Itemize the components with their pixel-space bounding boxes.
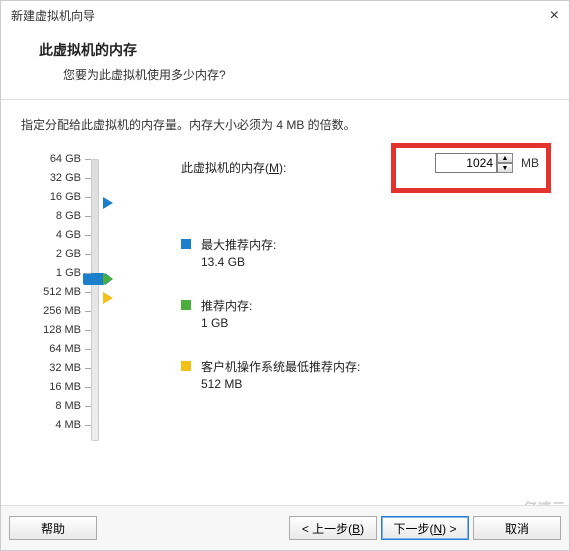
max-recommend-block: 最大推荐内存: 13.4 GB (181, 236, 549, 269)
guest-min-value: 512 MB (201, 377, 360, 391)
memory-step-down[interactable]: ▼ (497, 163, 513, 173)
memory-step-up[interactable]: ▲ (497, 153, 513, 163)
recommend-value: 1 GB (201, 316, 252, 330)
scale-tick: 128 MB (43, 324, 81, 336)
recommend-block: 推荐内存: 1 GB (181, 297, 549, 330)
footer: 帮助 < 上一步(B) 下一步(N) > 取消 (1, 505, 569, 550)
close-icon[interactable]: × (550, 8, 559, 24)
scale-tick: 512 MB (43, 286, 81, 298)
scale-tick: 1 GB (56, 267, 81, 279)
square-icon (181, 300, 191, 310)
scale-tick: 2 GB (56, 248, 81, 260)
scale-tick: 16 MB (49, 381, 81, 393)
header: 此虚拟机的内存 您要为此虚拟机使用多少内存? (1, 30, 569, 100)
cancel-button[interactable]: 取消 (473, 516, 561, 540)
memory-scale: 64 GB32 GB16 GB8 GB4 GB2 GB1 GB512 MB256… (21, 159, 81, 449)
memory-area: 64 GB32 GB16 GB8 GB4 GB2 GB1 GB512 MB256… (21, 159, 549, 449)
memory-input-wrap: ▲ ▼ MB (435, 153, 539, 173)
guest-min-label: 客户机操作系统最低推荐内存: (201, 358, 360, 375)
memory-stepper: ▲ ▼ (497, 153, 513, 173)
max-recommend-label: 最大推荐内存: (201, 236, 276, 253)
memory-input[interactable] (435, 153, 497, 173)
scale-tick: 4 MB (55, 419, 81, 431)
scale-tick: 64 MB (49, 343, 81, 355)
square-icon (181, 239, 191, 249)
max-recommend-value: 13.4 GB (201, 255, 276, 269)
guest-min-block: 客户机操作系统最低推荐内存: 512 MB (181, 358, 549, 391)
scale-tick: 32 GB (50, 172, 81, 184)
back-button[interactable]: < 上一步(B) (289, 516, 377, 540)
instruction-text: 指定分配给此虚拟机的内存量。内存大小必须为 4 MB 的倍数。 (21, 116, 549, 133)
body: 指定分配给此虚拟机的内存量。内存大小必须为 4 MB 的倍数。 64 GB 32 … (1, 100, 569, 449)
next-button[interactable]: 下一步(N) > (381, 516, 469, 540)
scale-tick: 16 GB (50, 191, 81, 203)
scale-tick: 4 GB (56, 229, 81, 241)
square-icon (181, 361, 191, 371)
page-title: 此虚拟机的内存 (39, 40, 541, 60)
wizard-window: { "titlebar": { "title": "新建虚拟机向导" }, "h… (0, 0, 570, 551)
titlebar: 新建虚拟机向导 × (1, 1, 569, 30)
scale-tick: 8 MB (55, 400, 81, 412)
scale-tick: 256 MB (43, 305, 81, 317)
scale-tick: 32 MB (49, 362, 81, 374)
page-subtitle: 您要为此虚拟机使用多少内存? (63, 66, 541, 83)
help-button[interactable]: 帮助 (9, 516, 97, 540)
window-title: 新建虚拟机向导 (11, 7, 95, 24)
memory-unit: MB (521, 156, 539, 170)
scale-tick: 64 GB (50, 153, 81, 165)
recommend-label: 推荐内存: (201, 297, 252, 314)
scale-tick: 8 GB (56, 210, 81, 222)
memory-info: 此虚拟机的内存(M): ▲ ▼ MB 最大推荐内存: 13.4 GB (81, 159, 549, 449)
